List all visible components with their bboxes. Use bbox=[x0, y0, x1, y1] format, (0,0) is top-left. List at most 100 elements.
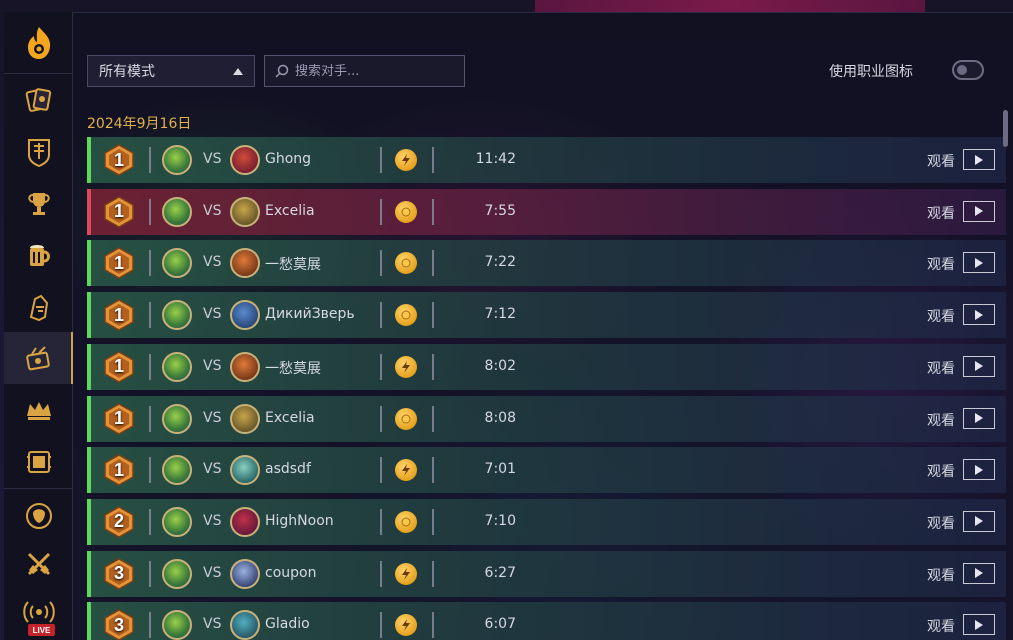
divider bbox=[380, 353, 382, 380]
bolt-coin-icon bbox=[395, 355, 417, 378]
divider bbox=[380, 457, 382, 484]
play-replay-button[interactable] bbox=[963, 614, 995, 636]
play-replay-button[interactable] bbox=[963, 459, 995, 481]
watch-label[interactable]: 观看 bbox=[927, 410, 955, 430]
watch-label[interactable]: 观看 bbox=[927, 203, 955, 223]
gold-coin-icon bbox=[395, 304, 417, 327]
divider bbox=[149, 457, 151, 484]
divider bbox=[432, 612, 434, 639]
bolt-coin-icon bbox=[395, 562, 417, 585]
player-avatar bbox=[162, 506, 192, 537]
divider bbox=[380, 508, 382, 535]
divider bbox=[432, 457, 434, 484]
vs-label: VS bbox=[203, 616, 222, 633]
divider bbox=[149, 353, 151, 380]
scrollbar-thumb[interactable] bbox=[1003, 110, 1008, 147]
play-replay-button[interactable] bbox=[963, 407, 995, 429]
match-row[interactable]: 1 VS Excelia 7:55 观看 bbox=[87, 188, 1006, 235]
vs-label: VS bbox=[203, 409, 222, 426]
opponent-name: ДикийЗверь bbox=[265, 306, 355, 323]
match-duration: 8:02 bbox=[484, 357, 516, 374]
match-row[interactable]: 1 VS Excelia 8:08 观看 bbox=[87, 395, 1006, 442]
gold-coin-icon bbox=[395, 252, 417, 275]
match-duration: 11:42 bbox=[475, 151, 516, 167]
play-replay-button[interactable] bbox=[963, 149, 995, 170]
play-icon bbox=[975, 516, 983, 527]
match-row[interactable]: 3 VS coupon 6:27 观看 bbox=[87, 550, 1006, 597]
match-row[interactable]: 3 VS Gladio 6:07 观看 bbox=[87, 602, 1006, 640]
caret-up-icon bbox=[233, 68, 243, 75]
play-replay-button[interactable] bbox=[963, 510, 995, 532]
match-duration: 6:27 bbox=[484, 564, 516, 581]
play-replay-button[interactable] bbox=[963, 355, 995, 377]
watch-label[interactable]: 观看 bbox=[927, 565, 955, 585]
trophy-icon[interactable] bbox=[4, 178, 73, 230]
hearthstone-logo-icon[interactable] bbox=[4, 12, 73, 74]
tavern-board-icon[interactable] bbox=[4, 436, 73, 488]
tavern-mug-icon[interactable] bbox=[4, 230, 73, 282]
match-duration: 7:01 bbox=[484, 461, 516, 478]
match-duration: 6:07 bbox=[484, 616, 516, 633]
play-replay-button[interactable] bbox=[963, 200, 995, 222]
deck-shield-icon[interactable] bbox=[4, 126, 73, 178]
divider bbox=[149, 405, 151, 432]
placement-number: 1 bbox=[113, 356, 124, 377]
watch-label[interactable]: 观看 bbox=[927, 513, 955, 533]
opponent-name: HighNoon bbox=[265, 512, 334, 529]
play-replay-button[interactable] bbox=[963, 252, 995, 274]
opponent-name: Gladio bbox=[265, 616, 310, 633]
divider bbox=[149, 508, 151, 535]
opponent-search[interactable] bbox=[264, 55, 465, 87]
vs-label: VS bbox=[203, 306, 222, 323]
match-row[interactable]: 1 VS ДикийЗверь 7:12 观看 bbox=[87, 292, 1006, 339]
watch-label[interactable]: 观看 bbox=[927, 461, 955, 481]
divider bbox=[380, 250, 382, 277]
placement-number: 1 bbox=[113, 149, 124, 170]
match-row[interactable]: 1 VS 一愁莫展 8:02 观看 bbox=[87, 343, 1006, 390]
play-icon bbox=[975, 206, 983, 217]
match-row[interactable]: 2 VS HighNoon 7:10 观看 bbox=[87, 498, 1006, 545]
watch-label[interactable]: 观看 bbox=[927, 151, 955, 171]
player-avatar bbox=[162, 145, 192, 175]
watch-label[interactable]: 观看 bbox=[927, 616, 955, 636]
match-row[interactable]: 1 VS 一愁莫展 7:22 观看 bbox=[87, 240, 1006, 287]
divider bbox=[380, 560, 382, 587]
opponent-name: Excelia bbox=[265, 409, 315, 426]
watch-label[interactable]: 观看 bbox=[927, 358, 955, 378]
crossed-swords-icon[interactable] bbox=[4, 538, 73, 590]
placement-number: 1 bbox=[113, 408, 124, 428]
match-duration: 8:08 bbox=[484, 409, 516, 426]
opponent-name: coupon bbox=[265, 564, 317, 581]
play-replay-button[interactable] bbox=[963, 304, 995, 326]
battlegrounds-replay-icon[interactable] bbox=[4, 332, 73, 384]
placement-number: 3 bbox=[113, 563, 124, 584]
divider bbox=[380, 147, 382, 173]
match-duration: 7:22 bbox=[484, 254, 516, 271]
opponent-name: 一愁莫展 bbox=[265, 257, 321, 274]
mode-filter-select[interactable]: 所有模式 bbox=[87, 55, 255, 87]
divider bbox=[149, 147, 151, 173]
opponent-avatar bbox=[230, 248, 260, 279]
card-collection-icon[interactable] bbox=[4, 74, 73, 126]
divider bbox=[380, 198, 382, 225]
vs-label: VS bbox=[203, 357, 222, 374]
match-row[interactable]: 1 VS asdsdf 7:01 观看 bbox=[87, 447, 1006, 494]
vs-label: VS bbox=[203, 512, 222, 529]
play-icon bbox=[975, 568, 983, 579]
crown-icon[interactable] bbox=[4, 384, 73, 436]
class-icon-toggle[interactable] bbox=[952, 60, 984, 80]
divider bbox=[432, 250, 434, 277]
gold-coin-icon bbox=[395, 510, 417, 533]
placement-number: 1 bbox=[113, 304, 124, 325]
search-input[interactable] bbox=[295, 63, 455, 79]
player-avatar bbox=[162, 196, 192, 227]
opponent-name: 一愁莫展 bbox=[265, 360, 321, 377]
watch-label[interactable]: 观看 bbox=[927, 306, 955, 326]
match-row[interactable]: 1 VS Ghong 11:42 观看 bbox=[87, 137, 1006, 183]
opponent-avatar bbox=[230, 351, 260, 382]
lion-emblem-icon[interactable] bbox=[4, 490, 73, 542]
opponent-avatar bbox=[230, 455, 260, 486]
watch-label[interactable]: 观看 bbox=[927, 254, 955, 274]
play-replay-button[interactable] bbox=[963, 562, 995, 584]
hero-helmet-icon[interactable] bbox=[4, 282, 73, 334]
